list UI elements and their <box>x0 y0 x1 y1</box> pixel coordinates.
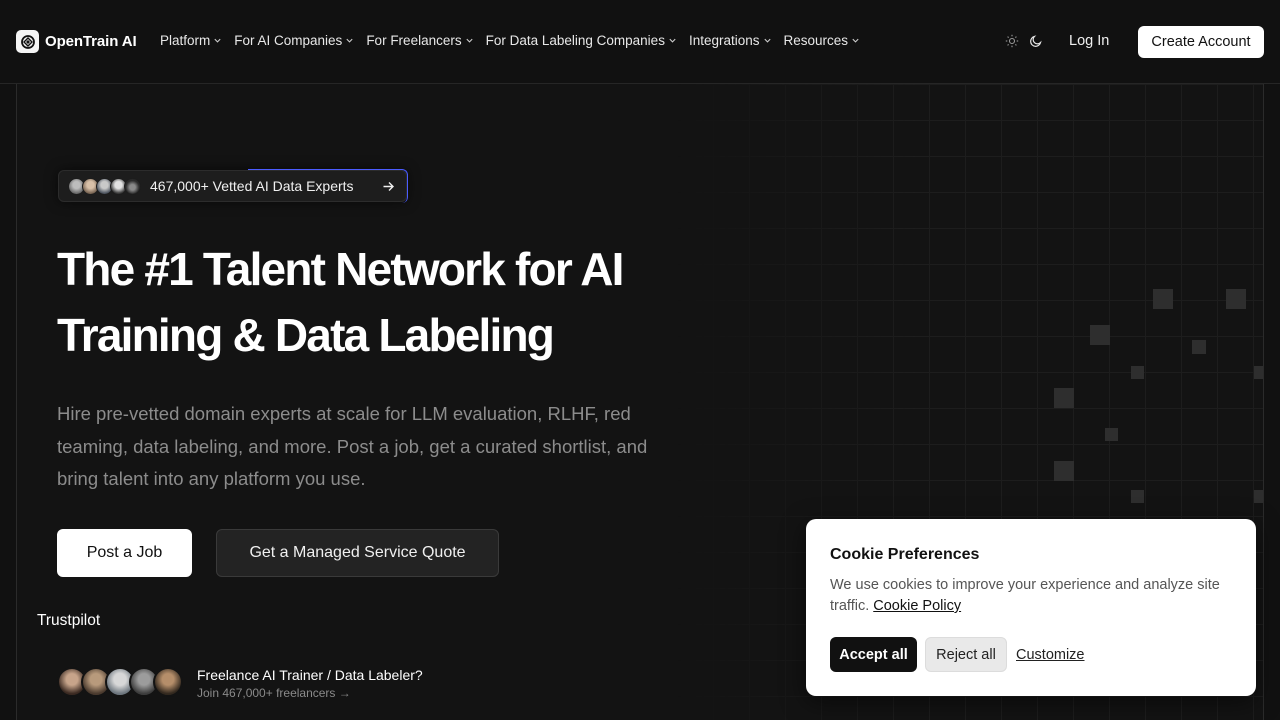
avatar <box>124 177 141 195</box>
brand[interactable]: OpenTrain AI <box>16 30 137 53</box>
experts-badge[interactable]: 467,000+ Vetted AI Data Experts <box>58 170 407 202</box>
nav-platform[interactable]: Platform <box>160 33 222 48</box>
login-link[interactable]: Log In <box>1069 33 1109 49</box>
grid-square <box>1054 388 1074 408</box>
nav-label: Resources <box>783 33 849 48</box>
grid-square <box>1131 490 1144 503</box>
nav-for-data-labeling-companies[interactable]: For Data Labeling Companies <box>486 33 677 48</box>
title-line-2: Training & Data Labeling <box>57 309 555 361</box>
join-freelancers-link[interactable]: Join 467,000+ freelancers → <box>197 686 351 700</box>
freelancer-title: Freelance AI Trainer / Data Labeler? <box>197 667 423 683</box>
page-title: The #1 Talent Network for AI Training & … <box>57 236 697 368</box>
chevron-down-icon <box>466 38 473 43</box>
site-header: OpenTrain AI Platform For AI Companies F… <box>0 0 1280 84</box>
cookie-policy-link[interactable]: Cookie Policy <box>873 598 961 614</box>
sun-icon[interactable] <box>1005 34 1019 48</box>
moon-icon[interactable] <box>1029 34 1043 48</box>
title-line-1: The #1 Talent Network for AI <box>57 243 624 295</box>
managed-service-quote-button[interactable]: Get a Managed Service Quote <box>216 529 499 577</box>
nav-label: Platform <box>160 33 211 48</box>
grid-square <box>1131 366 1144 379</box>
chevron-down-icon <box>763 38 771 43</box>
grid-square <box>1153 289 1173 309</box>
grid-square <box>1254 490 1263 503</box>
arrow-right-icon <box>383 182 394 191</box>
customize-link[interactable]: Customize <box>1016 647 1085 663</box>
grid-square <box>1226 289 1246 309</box>
reject-all-button[interactable]: Reject all <box>925 637 1007 672</box>
brand-name: OpenTrain AI <box>45 33 137 50</box>
chevron-down-icon <box>346 38 353 43</box>
chevron-down-icon <box>669 38 676 43</box>
nav-integrations[interactable]: Integrations <box>689 33 772 48</box>
nav-label: For Data Labeling Companies <box>485 33 665 48</box>
freelancer-avatar-stack <box>57 667 183 697</box>
grid-square <box>1254 366 1263 379</box>
nav-for-ai-companies[interactable]: For AI Companies <box>234 33 354 48</box>
avatar <box>153 667 183 697</box>
nav-for-freelancers[interactable]: For Freelancers <box>366 33 473 48</box>
create-account-button[interactable]: Create Account <box>1138 26 1264 58</box>
trustpilot-widget[interactable]: Trustpilot <box>37 612 100 630</box>
post-job-button[interactable]: Post a Job <box>57 529 192 577</box>
grid-square <box>1090 325 1110 345</box>
nav-label: For AI Companies <box>234 33 343 48</box>
chevron-down-icon <box>214 38 221 43</box>
avatar-stack <box>68 177 141 195</box>
accept-all-button[interactable]: Accept all <box>830 637 917 672</box>
grid-square <box>1192 340 1206 354</box>
cookie-actions: Accept all Reject all Customize <box>830 637 1085 672</box>
nav-label: For Freelancers <box>366 33 462 48</box>
cookie-banner: Cookie Preferences We use cookies to imp… <box>806 519 1256 696</box>
main-nav: Platform For AI Companies For Freelancer… <box>160 33 872 48</box>
nav-resources[interactable]: Resources <box>784 33 861 48</box>
cookie-title: Cookie Preferences <box>830 546 980 563</box>
nav-label: Integrations <box>688 33 760 48</box>
grid-square <box>1105 428 1118 441</box>
chevron-down-icon <box>852 38 859 43</box>
badge-text: 467,000+ Vetted AI Data Experts <box>150 178 354 194</box>
theme-toggle <box>1005 34 1043 48</box>
grid-square <box>1054 461 1074 481</box>
brand-logo-icon <box>16 30 39 53</box>
cookie-text: We use cookies to improve your experienc… <box>830 575 1232 617</box>
hero-subtitle: Hire pre-vetted domain experts at scale … <box>57 403 648 489</box>
